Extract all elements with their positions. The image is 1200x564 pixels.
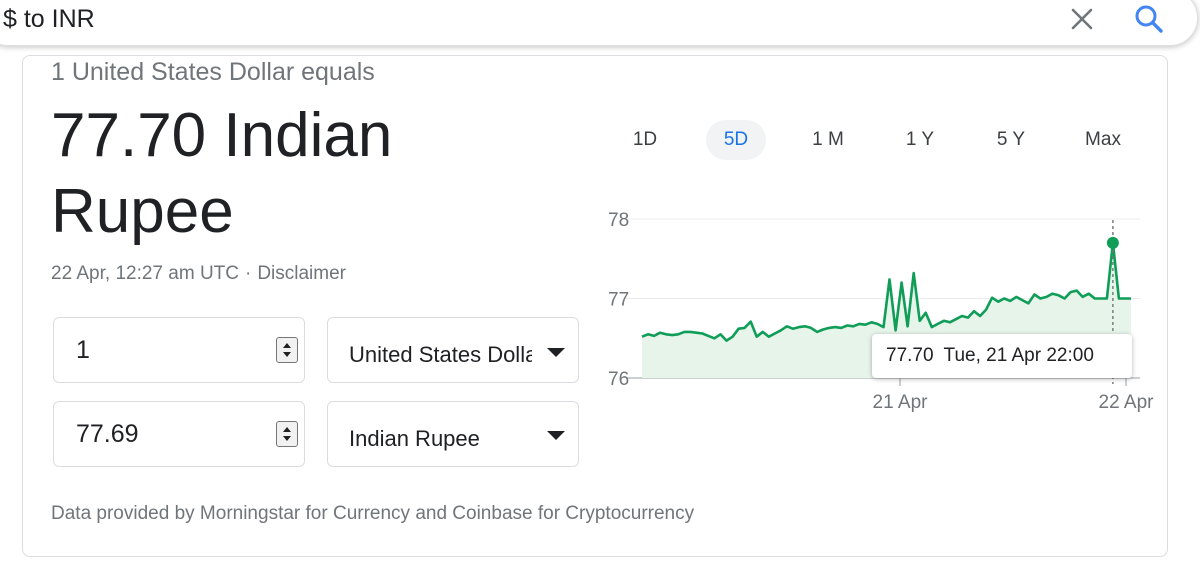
search-icon[interactable] (1133, 3, 1165, 35)
tab-1y[interactable]: 1 Y (892, 120, 948, 160)
from-currency-value[interactable]: United States Dollar (349, 342, 545, 368)
rate-timestamp: 22 Apr, 12:27 am UTC · Disclaimer (51, 263, 346, 285)
equals-text: 1 United States Dollar equals (51, 58, 375, 86)
from-currency-select[interactable]: United States Dollar (327, 317, 579, 383)
tab-5d[interactable]: 5D (706, 120, 766, 160)
exchange-rate-chart[interactable]: 76 77 78 21 Apr 22 Apr (580, 190, 1180, 430)
y-tick-label: 78 (608, 210, 629, 231)
tab-5y[interactable]: 5 Y (983, 120, 1039, 160)
conversion-result: 77.70 Indian Rupee (51, 101, 393, 246)
search-bar[interactable]: $ to INR (0, 0, 1198, 46)
spinner-arrows-icon[interactable] (276, 337, 298, 363)
timestamp-text: 22 Apr, 12:27 am UTC (51, 263, 239, 284)
search-input[interactable]: $ to INR (3, 5, 95, 34)
tab-1d[interactable]: 1D (620, 120, 670, 160)
tab-max[interactable]: Max (1072, 120, 1134, 160)
tab-1m[interactable]: 1 M (800, 120, 856, 160)
tooltip-datetime: Tue, 21 Apr 22:00 (943, 345, 1094, 366)
dropdown-arrow-icon[interactable] (547, 348, 565, 357)
data-source-note: Data provided by Morningstar for Currenc… (51, 503, 695, 524)
highlight-point (1106, 236, 1119, 249)
y-tick-label: 76 (608, 369, 629, 390)
disclaimer-link[interactable]: Disclaimer (257, 263, 346, 284)
spinner-arrows-icon[interactable] (276, 421, 298, 447)
to-amount-field[interactable]: 77.69 (53, 401, 305, 467)
chart-tooltip: 77.70 Tue, 21 Apr 22:00 (872, 334, 1132, 378)
from-amount-field[interactable]: 1 (53, 317, 305, 383)
from-amount-value[interactable]: 1 (76, 336, 90, 365)
to-currency-select[interactable]: Indian Rupee (327, 401, 579, 467)
tooltip-value: 77.70 (886, 345, 934, 366)
close-icon[interactable] (1067, 4, 1097, 34)
separator: · (245, 263, 252, 284)
to-currency-value[interactable]: Indian Rupee (349, 426, 480, 452)
x-tick-label: 22 Apr (1099, 392, 1155, 413)
to-amount-value[interactable]: 77.69 (76, 420, 139, 449)
dropdown-arrow-icon[interactable] (547, 431, 565, 440)
x-tick-label: 21 Apr (873, 392, 929, 413)
y-tick-label: 77 (608, 290, 629, 311)
